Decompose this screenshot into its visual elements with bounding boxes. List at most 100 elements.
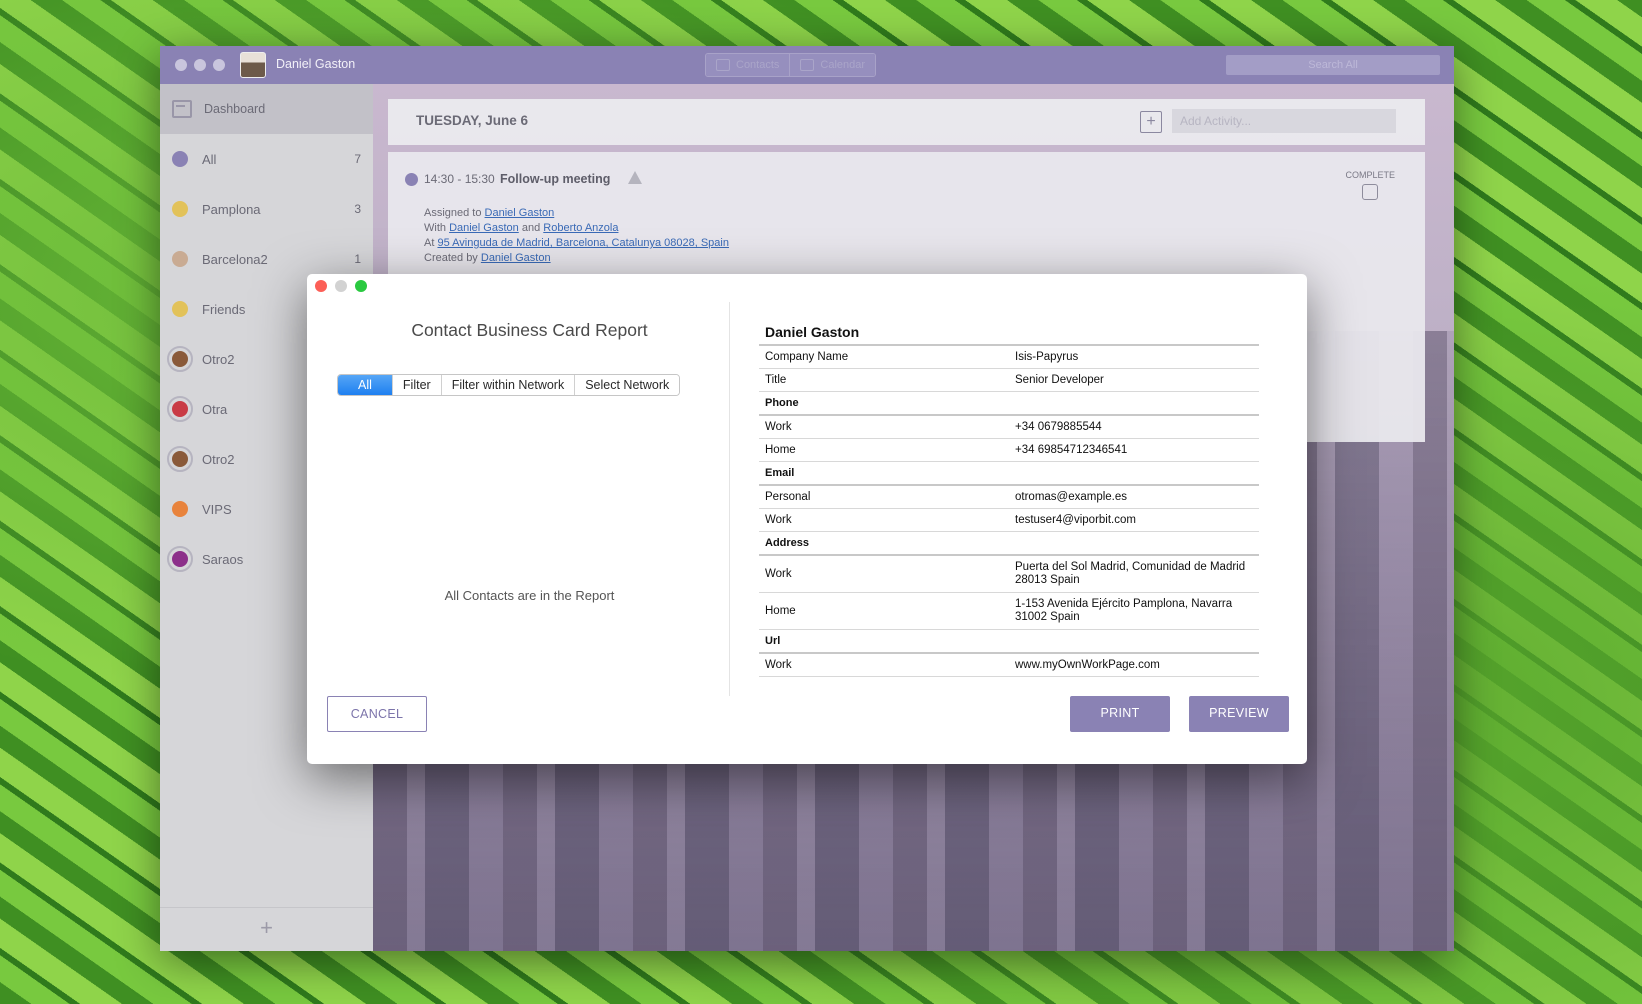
activity-details: Assigned to Daniel Gaston With Daniel Ga…	[424, 207, 729, 264]
segment-filter-within-network[interactable]: Filter within Network	[440, 375, 575, 395]
segment-select-network[interactable]: Select Network	[574, 375, 680, 395]
field-value: +34 0679885544	[1015, 421, 1102, 433]
location-link[interactable]: 95 Avinguda de Madrid, Barcelona, Catalu…	[437, 237, 729, 249]
scope-segmented-control: All Filter Filter within Network Select …	[337, 374, 681, 396]
field-value: 1-153 Avenida Ejército Pamplona, Navarra…	[1015, 598, 1233, 623]
activity-title: Follow-up meeting	[500, 172, 611, 186]
group-color-icon	[172, 251, 188, 267]
dashboard-icon	[172, 100, 192, 118]
avatar[interactable]	[240, 52, 266, 78]
minimize-window-button[interactable]	[194, 59, 206, 71]
preview-button[interactable]: PREVIEW	[1189, 696, 1289, 732]
report-options: Contact Business Card Report All Filter …	[307, 302, 729, 688]
field-label: Work	[765, 659, 792, 671]
group-label: Otra	[202, 401, 228, 417]
group-color-icon	[167, 546, 193, 572]
day-title: TUESDAY, June 6	[416, 113, 529, 128]
sidebar-group-item[interactable]: Pamplona 3	[160, 184, 373, 234]
user-name: Daniel Gaston	[276, 57, 356, 71]
assigned-link[interactable]: Daniel Gaston	[485, 207, 555, 219]
field-label: Title	[765, 374, 787, 386]
contacts-icon	[716, 59, 730, 71]
group-label: Saraos	[202, 551, 244, 567]
card-field-row: Work Puerta del Sol Madrid, Comunidad de …	[759, 556, 1259, 593]
card-field-row: Home +34 69854712346541	[759, 439, 1259, 462]
tab-contacts[interactable]: Contacts	[706, 54, 790, 76]
field-value	[1009, 468, 1259, 478]
segment-filter[interactable]: Filter	[391, 375, 441, 395]
complete-toggle[interactable]: COMPLETE	[1345, 170, 1395, 200]
card-field-row: Work +34 0679885544	[759, 416, 1259, 439]
field-label: Address	[765, 537, 810, 549]
group-label: All	[202, 151, 217, 167]
group-color-icon	[172, 501, 188, 517]
card-section-header: Email	[759, 462, 1259, 486]
field-value: Puerta del Sol Madrid, Comunidad de Madr…	[1015, 561, 1246, 586]
business-card-preview: Daniel Gaston Company Name Isis-Papyrus Ti…	[759, 314, 1259, 677]
dialog-minimize-button[interactable]	[335, 280, 347, 292]
field-value	[1009, 398, 1259, 408]
card-field-row: Title Senior Developer	[759, 369, 1259, 392]
field-value: testuser4@viporbit.com	[1015, 514, 1136, 526]
close-window-button[interactable]	[175, 59, 187, 71]
field-label: Work	[765, 568, 792, 580]
segment-all[interactable]: All	[338, 375, 392, 395]
sidebar-item-dashboard[interactable]: Dashboard	[160, 84, 373, 134]
field-value: Senior Developer	[1015, 374, 1104, 386]
add-group-button[interactable]: +	[160, 907, 373, 951]
field-label: Phone	[765, 397, 799, 409]
group-count: 3	[354, 202, 361, 216]
field-label: Personal	[765, 491, 811, 503]
field-value: otromas@example.es	[1015, 491, 1128, 503]
day-header: TUESDAY, June 6 + Add Activity...	[388, 99, 1425, 145]
group-color-icon	[172, 301, 188, 317]
activity-color-dot	[405, 173, 418, 186]
titlebar: Daniel Gaston Contacts Calendar Search A…	[160, 46, 1454, 84]
add-activity-input[interactable]: Add Activity...	[1172, 109, 1396, 133]
dialog-title: Contact Business Card Report	[411, 320, 648, 340]
card-field-row: Home 1-153 Avenida Ejército Pamplona, Nav…	[759, 593, 1259, 630]
card-field-row: Work www.myOwnWorkPage.com	[759, 654, 1259, 677]
group-color-icon	[172, 151, 188, 167]
dialog-close-button[interactable]	[315, 280, 327, 292]
field-value	[1009, 636, 1259, 646]
field-value: Isis-Papyrus	[1015, 351, 1079, 363]
field-label: Home	[765, 444, 796, 456]
group-label: Otro2	[202, 451, 235, 467]
group-count: 7	[354, 152, 361, 166]
sidebar-group-item[interactable]: All 7	[160, 134, 373, 184]
group-label: Barcelona2	[202, 251, 268, 267]
activity-time: 14:30 - 15:30	[424, 172, 495, 186]
cancel-button[interactable]: CANCEL	[327, 696, 427, 732]
tab-calendar[interactable]: Calendar	[789, 54, 876, 76]
group-count: 1	[354, 252, 361, 266]
card-field-row: Work testuser4@viporbit.com	[759, 509, 1259, 532]
field-value	[1009, 538, 1259, 548]
group-label: Friends	[202, 301, 246, 317]
complete-checkbox[interactable]	[1362, 184, 1379, 200]
calendar-icon	[800, 59, 815, 71]
view-switcher: Contacts Calendar	[705, 53, 877, 77]
print-button[interactable]: PRINT	[1070, 696, 1170, 732]
field-value: +34 69854712346541	[1015, 444, 1128, 456]
group-label: VIPS	[202, 501, 232, 517]
add-activity-button[interactable]: +	[1140, 111, 1162, 133]
search-input[interactable]: Search All	[1226, 55, 1440, 75]
card-field-row: Company Name Isis-Papyrus	[759, 346, 1259, 369]
field-label: Work	[765, 514, 792, 526]
card-field-row: Personal otromas@example.es	[759, 486, 1259, 509]
card-section-header: Address	[759, 532, 1259, 556]
dialog-zoom-button[interactable]	[355, 280, 367, 292]
field-label: Email	[765, 467, 795, 479]
group-color-icon	[167, 396, 193, 422]
with-link-2[interactable]: Roberto Anzola	[543, 222, 618, 234]
group-label: Pamplona	[202, 201, 261, 217]
scope-message: All Contacts are in the Report	[444, 588, 615, 603]
zoom-window-button[interactable]	[213, 59, 225, 71]
sidebar-item-label: Dashboard	[204, 102, 266, 116]
field-label: Url	[765, 635, 781, 647]
creator-link[interactable]: Daniel Gaston	[481, 252, 551, 264]
field-value: www.myOwnWorkPage.com	[1015, 659, 1160, 671]
group-color-icon	[172, 201, 188, 217]
with-link-1[interactable]: Daniel Gaston	[449, 222, 519, 234]
